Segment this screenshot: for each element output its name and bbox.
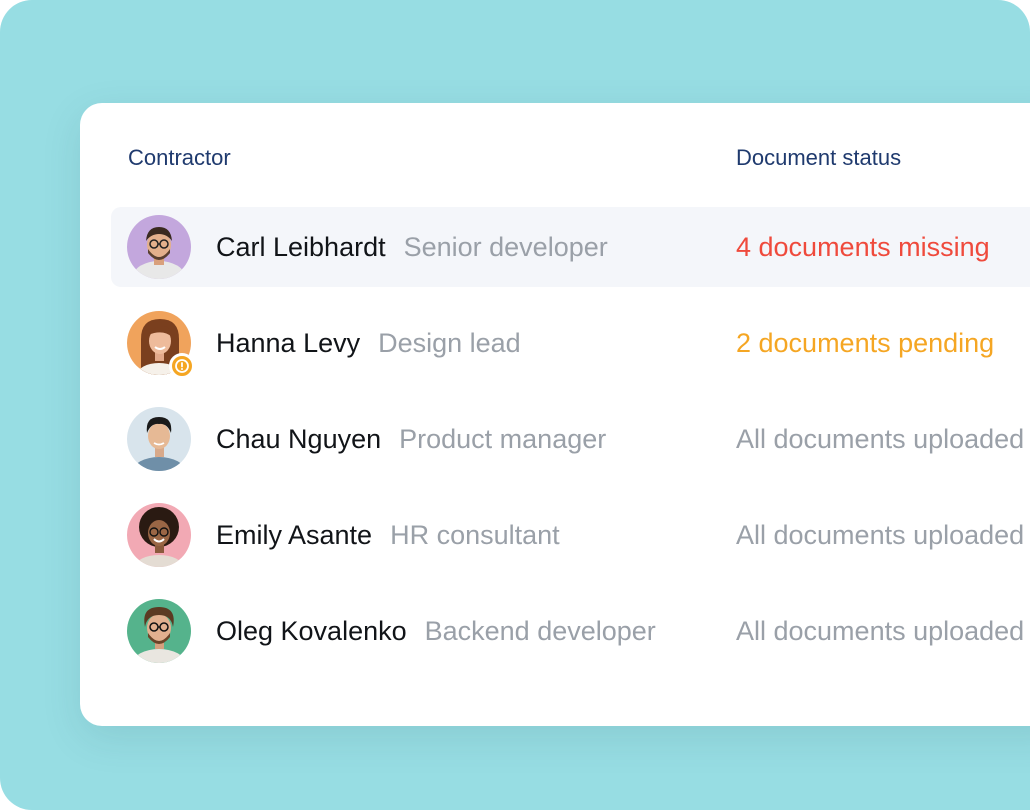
avatar <box>127 407 191 471</box>
document-status[interactable]: 4 documents missing <box>736 207 990 287</box>
table-row[interactable]: Chau Nguyen Product manager All document… <box>111 399 1030 479</box>
column-header-contractor[interactable]: Contractor <box>128 145 231 171</box>
alert-circle-icon <box>169 353 195 379</box>
table-row[interactable]: Carl Leibhardt Senior developer 4 docume… <box>111 207 1030 287</box>
contractor-role: Design lead <box>378 327 521 358</box>
table-row[interactable]: Hanna Levy Design lead 2 documents pendi… <box>111 303 1030 383</box>
contractor-role: HR consultant <box>390 519 560 550</box>
contractor-name[interactable]: Carl Leibhardt <box>216 232 386 263</box>
document-status[interactable]: All documents uploaded <box>736 399 1024 479</box>
contractor-role: Product manager <box>399 423 607 454</box>
contractor-name[interactable]: Emily Asante <box>216 520 372 551</box>
table-row[interactable]: Oleg Kovalenko Backend developer All doc… <box>111 591 1030 671</box>
contractor-role: Senior developer <box>403 231 608 262</box>
document-status[interactable]: 2 documents pending <box>736 303 994 383</box>
column-header-document-status[interactable]: Document status <box>736 145 901 171</box>
contractor-name[interactable]: Chau Nguyen <box>216 424 381 455</box>
contractor-name[interactable]: Hanna Levy <box>216 328 360 359</box>
document-status[interactable]: All documents uploaded <box>736 591 1024 671</box>
table-row[interactable]: Emily Asante HR consultant All documents… <box>111 495 1030 575</box>
contractor-name[interactable]: Oleg Kovalenko <box>216 616 407 647</box>
contractor-role: Backend developer <box>424 615 656 646</box>
background-frame: Contractor Document status Carl Leibhard… <box>0 0 1030 810</box>
avatar <box>127 599 191 663</box>
avatar <box>127 503 191 567</box>
document-status[interactable]: All documents uploaded <box>736 495 1024 575</box>
avatar <box>127 215 191 279</box>
